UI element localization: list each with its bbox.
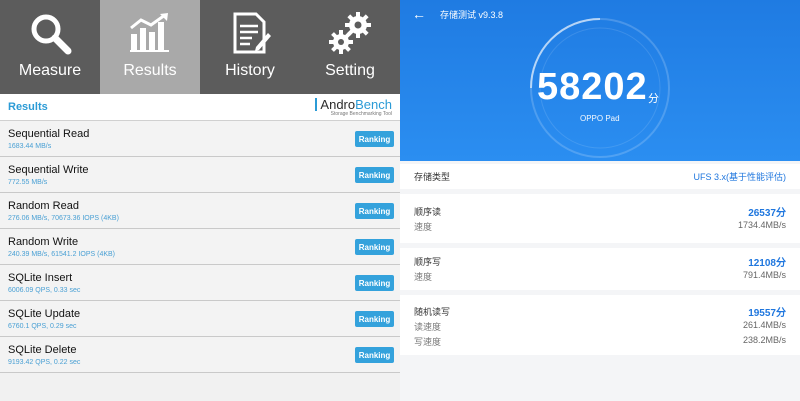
score-unit: 分 [648, 93, 659, 105]
gears-icon [324, 10, 376, 56]
result-value: 9193.42 QPS, 0.22 sec [8, 359, 81, 366]
result-name: SQLite Delete [8, 344, 77, 356]
document-icon [224, 10, 276, 56]
list-item: SQLite Update 6760.1 QPS, 0.29 sec Ranki… [0, 301, 400, 337]
section-title: 顺序读 [414, 207, 442, 217]
list-item: Sequential Read 1683.44 MB/s Ranking [0, 121, 400, 157]
ranking-button[interactable]: Ranking [355, 131, 394, 147]
tab-results[interactable]: Results [100, 0, 200, 94]
read-speed-label: 读速度 [414, 322, 442, 332]
list-item: Random Write 240.39 MB/s, 61541.2 IOPS (… [0, 229, 400, 265]
list-item: SQLite Delete 9193.42 QPS, 0.22 sec Rank… [0, 337, 400, 373]
sequential-write-card: 顺序写 12108分 速度 791.4MB/s [400, 248, 800, 290]
storage-type-label: 存储类型 [414, 172, 451, 182]
result-value: 240.39 MB/s, 61541.2 IOPS (4KB) [8, 251, 116, 258]
tab-results-label: Results [123, 62, 177, 79]
speed-value: 791.4MB/s [742, 270, 786, 280]
ranking-button[interactable]: Ranking [355, 347, 394, 363]
result-name: Random Read [8, 200, 79, 212]
logo-text-a: Andro [320, 96, 356, 112]
write-speed-label: 写速度 [414, 337, 442, 347]
result-value: 772.55 MB/s [8, 179, 48, 186]
speed-value: 1734.4MB/s [737, 220, 786, 230]
tab-setting-label: Setting [325, 62, 375, 79]
read-speed-value: 261.4MB/s [742, 320, 786, 330]
ranking-button[interactable]: Ranking [355, 167, 394, 183]
result-value: 6006.09 QPS, 0.33 sec [8, 287, 81, 294]
result-name: Sequential Read [8, 128, 90, 140]
tab-history[interactable]: History [200, 0, 300, 94]
speed-label: 速度 [414, 272, 433, 282]
section-score: 19557分 [748, 308, 786, 319]
score-header: ← 存储测试 v9.3.8 58202 分 OPPO Pad [400, 0, 800, 161]
tab-setting[interactable]: Setting [300, 0, 400, 94]
tab-bar: Measure Results History Setting [0, 0, 400, 94]
logo-text-b: Bench [355, 96, 392, 112]
search-icon [24, 10, 76, 56]
total-score: 58202 [537, 66, 648, 108]
result-value: 276.06 MB/s, 70673.36 IOPS (4KB) [8, 215, 119, 222]
list-item: Sequential Write 772.55 MB/s Ranking [0, 157, 400, 193]
app-title: 存储测试 v9.3.8 [440, 10, 504, 20]
result-name: Random Write [8, 236, 79, 248]
tab-history-label: History [225, 62, 275, 79]
sequential-read-card: 顺序读 26537分 速度 1734.4MB/s [400, 194, 800, 243]
storage-test-panel: ← 存储测试 v9.3.8 58202 分 OPPO Pad 存储类型 UFS … [400, 0, 800, 401]
back-arrow-icon[interactable]: ← [412, 6, 426, 22]
result-value: 6760.1 QPS, 0.29 sec [8, 323, 77, 330]
results-list: Sequential Read 1683.44 MB/s Ranking Seq… [0, 121, 400, 373]
speed-label: 速度 [414, 222, 433, 232]
storage-type-value: UFS 3.x(基于性能评估) [693, 172, 786, 182]
list-item: Random Read 276.06 MB/s, 70673.36 IOPS (… [0, 193, 400, 229]
section-score: 12108分 [748, 258, 786, 269]
tab-measure-label: Measure [18, 62, 82, 79]
section-title: 顺序写 [414, 257, 442, 267]
section-title: 随机读写 [414, 307, 451, 317]
results-header: Results AndroBench Storage Benchmarking … [0, 94, 400, 121]
tab-measure[interactable]: Measure [0, 0, 100, 94]
androbench-logo: AndroBench Storage Benchmarking Tool [315, 96, 392, 117]
ranking-button[interactable]: Ranking [355, 203, 394, 219]
device-name: OPPO Pad [580, 114, 620, 123]
list-item: SQLite Insert 6006.09 QPS, 0.33 sec Rank… [0, 265, 400, 301]
random-rw-card: 随机读写 19557分 读速度 261.4MB/s 写速度 238.2MB/s [400, 295, 800, 355]
ranking-button[interactable]: Ranking [355, 239, 394, 255]
ranking-button[interactable]: Ranking [355, 275, 394, 291]
results-title: Results [8, 101, 48, 113]
result-name: Sequential Write [8, 164, 89, 176]
logo-subtitle: Storage Benchmarking Tool [330, 110, 392, 117]
ranking-button[interactable]: Ranking [355, 311, 394, 327]
result-name: SQLite Insert [8, 272, 73, 284]
result-value: 1683.44 MB/s [8, 143, 52, 150]
write-speed-value: 238.2MB/s [742, 335, 786, 345]
section-score: 26537分 [748, 208, 786, 219]
bar-chart-icon [124, 10, 176, 56]
storage-type-row: 存储类型 UFS 3.x(基于性能评估) [400, 164, 800, 189]
result-name: SQLite Update [8, 308, 81, 320]
androbench-panel: Measure Results History Setting Results … [0, 0, 400, 401]
